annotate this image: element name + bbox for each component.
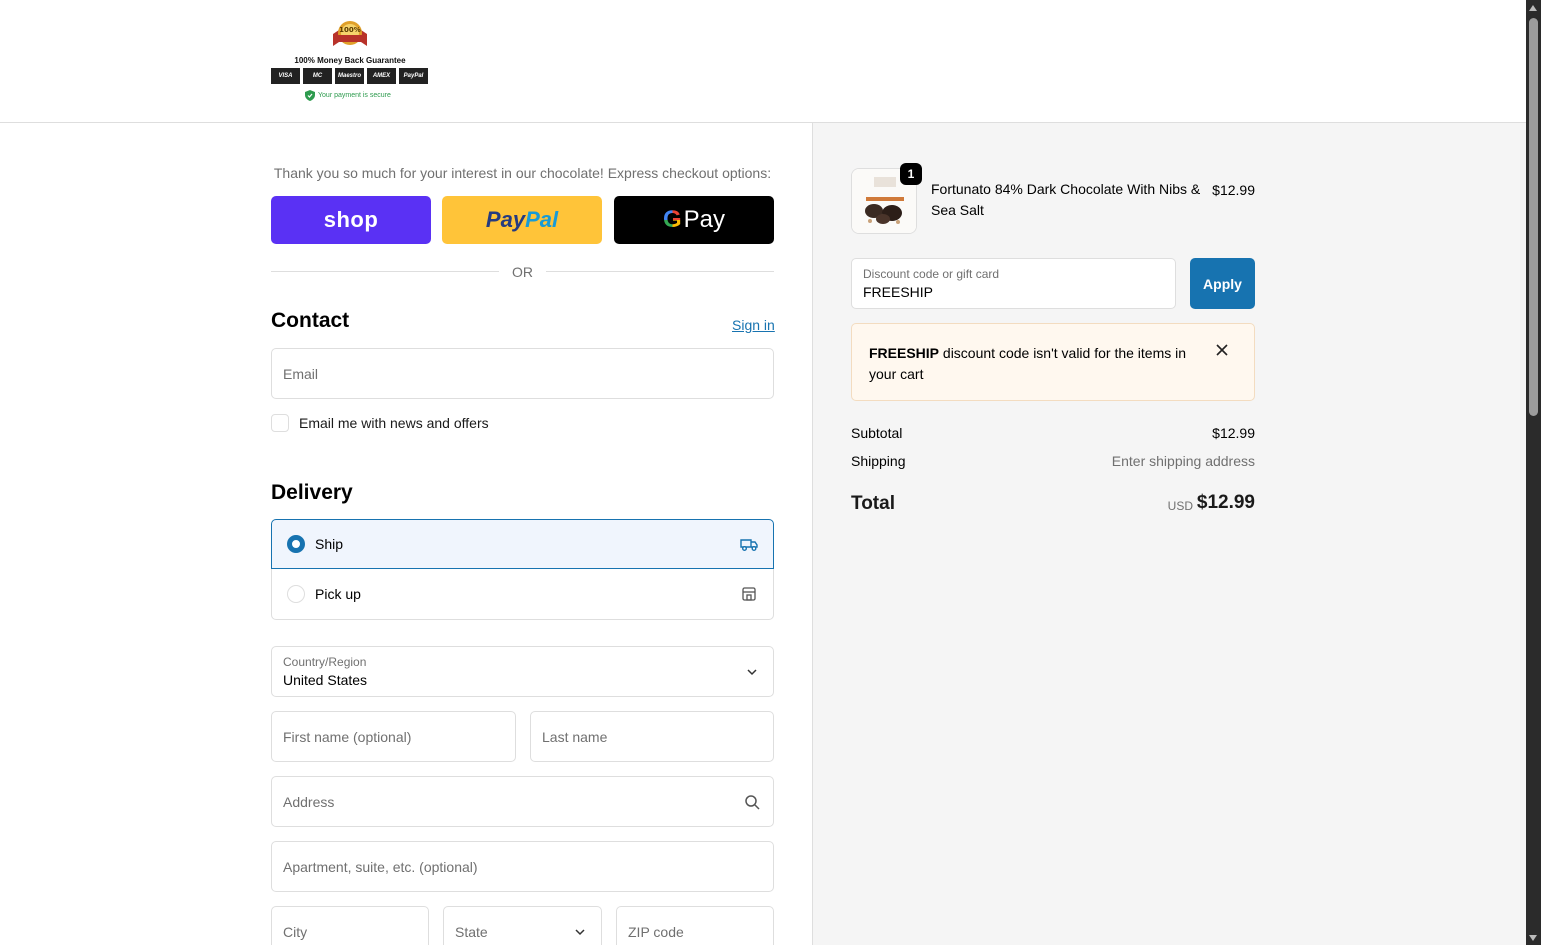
search-icon bbox=[745, 795, 760, 810]
express-checkout-title: Thank you so much for your interest in o… bbox=[273, 165, 772, 181]
shop-pay-button[interactable]: shop bbox=[271, 196, 431, 244]
store-logo[interactable]: 100% 100% Money Back Guarantee VISA MC M… bbox=[271, 20, 429, 104]
secure-badge: Your payment is secure bbox=[305, 90, 391, 101]
total-value: $12.99 bbox=[1196, 492, 1255, 513]
discount-value: FREESHIP bbox=[863, 284, 934, 300]
scroll-down-icon[interactable] bbox=[1529, 935, 1537, 941]
state-placeholder: State bbox=[455, 924, 488, 940]
address-field[interactable]: Address bbox=[271, 776, 774, 827]
page-scrollbar[interactable] bbox=[1526, 0, 1541, 945]
delivery-option-pickup[interactable]: Pick up bbox=[271, 569, 774, 620]
quantity-badge: 1 bbox=[900, 163, 922, 185]
country-value: United States bbox=[283, 672, 368, 688]
zip-field[interactable]: ZIP code bbox=[616, 906, 774, 945]
last-name-placeholder: Last name bbox=[542, 729, 608, 745]
scrollbar-thumb[interactable] bbox=[1529, 18, 1538, 416]
discount-error-notice: FREESHIP discount code isn't valid for t… bbox=[851, 323, 1255, 401]
apply-discount-button[interactable]: Apply bbox=[1190, 258, 1255, 309]
truck-icon bbox=[740, 539, 758, 551]
paypal-label-pay: Pay bbox=[485, 207, 526, 232]
page-header: 100% 100% Money Back Guarantee VISA MC M… bbox=[0, 0, 1526, 123]
paypal-label-pal: Pal bbox=[525, 207, 559, 232]
checkout-main: Thank you so much for your interest in o… bbox=[0, 123, 812, 945]
chevron-down-icon bbox=[575, 929, 585, 936]
country-label: Country/Region bbox=[283, 655, 367, 669]
notice-code: FREESHIP bbox=[869, 345, 940, 361]
email-field[interactable]: Email bbox=[271, 348, 774, 399]
secure-text: Your payment is secure bbox=[318, 92, 391, 99]
first-name-field[interactable]: First name (optional) bbox=[271, 711, 516, 762]
order-summary-panel bbox=[812, 123, 1526, 945]
card-maestro-icon: Maestro bbox=[335, 68, 364, 84]
payment-cards: VISA MC Maestro AMEX PayPal bbox=[271, 68, 428, 84]
or-divider: OR bbox=[271, 262, 774, 282]
subtotal-row: Subtotal $12.99 bbox=[851, 425, 1255, 441]
or-label: OR bbox=[512, 264, 533, 280]
ship-label: Ship bbox=[315, 536, 344, 552]
subtotal-label: Subtotal bbox=[851, 425, 903, 441]
card-visa-icon: VISA bbox=[271, 68, 300, 84]
product-price: $12.99 bbox=[1212, 182, 1255, 198]
contact-title: Contact bbox=[271, 309, 350, 332]
shop-pay-label: shop bbox=[323, 207, 379, 232]
country-select[interactable]: Country/Region United States bbox=[271, 646, 774, 697]
first-name-placeholder: First name (optional) bbox=[283, 729, 412, 745]
address-placeholder: Address bbox=[283, 794, 335, 810]
google-pay-button[interactable]: G Pay bbox=[614, 196, 774, 244]
delivery-method-group: Ship Pick up bbox=[271, 519, 774, 620]
currency-code: USD bbox=[1167, 499, 1193, 513]
scroll-up-icon[interactable] bbox=[1529, 5, 1537, 11]
apartment-field[interactable]: Apartment, suite, etc. (optional) bbox=[271, 841, 774, 892]
total-label: Total bbox=[851, 493, 895, 514]
apartment-placeholder: Apartment, suite, etc. (optional) bbox=[283, 859, 478, 875]
paypal-button[interactable]: Pay Pal bbox=[442, 196, 602, 244]
google-g-icon: G bbox=[662, 206, 682, 233]
last-name-field[interactable]: Last name bbox=[530, 711, 774, 762]
product-name: Fortunato 84% Dark Chocolate With Nibs &… bbox=[931, 181, 1201, 218]
city-field[interactable]: City bbox=[271, 906, 429, 945]
shield-icon bbox=[305, 90, 315, 101]
discount-label: Discount code or gift card bbox=[863, 267, 1000, 281]
zip-placeholder: ZIP code bbox=[628, 924, 684, 940]
google-pay-label: Pay bbox=[683, 206, 726, 233]
total-row: Total USD $12.99 bbox=[851, 491, 1255, 519]
email-placeholder: Email bbox=[283, 366, 319, 382]
pickup-label: Pick up bbox=[315, 586, 361, 602]
shipping-label: Shipping bbox=[851, 453, 906, 469]
newsletter-label: Email me with news and offers bbox=[299, 415, 489, 431]
delivery-option-ship[interactable]: Ship bbox=[271, 519, 774, 569]
guarantee-seal-icon: 100% bbox=[333, 21, 367, 46]
newsletter-checkbox[interactable] bbox=[271, 414, 289, 432]
sign-in-link[interactable]: Sign in bbox=[732, 317, 775, 333]
state-select[interactable]: State bbox=[443, 906, 602, 945]
guarantee-text: 100% Money Back Guarantee bbox=[294, 56, 406, 65]
city-placeholder: City bbox=[283, 924, 308, 940]
subtotal-value: $12.99 bbox=[1212, 425, 1255, 441]
shipping-row: Shipping Enter shipping address bbox=[851, 453, 1255, 469]
pickup-radio[interactable] bbox=[287, 585, 305, 603]
store-icon bbox=[742, 587, 756, 601]
shipping-value: Enter shipping address bbox=[1111, 453, 1255, 469]
card-amex-icon: AMEX bbox=[367, 68, 396, 84]
ship-radio[interactable] bbox=[287, 535, 305, 553]
delivery-title: Delivery bbox=[271, 481, 353, 504]
card-mastercard-icon: MC bbox=[303, 68, 332, 84]
card-paypal-icon: PayPal bbox=[399, 68, 428, 84]
chevron-down-icon bbox=[747, 669, 757, 676]
seal-text: 100% bbox=[339, 26, 361, 34]
discount-code-field[interactable]: Discount code or gift card FREESHIP bbox=[851, 258, 1176, 309]
newsletter-row[interactable]: Email me with news and offers bbox=[271, 414, 489, 432]
close-icon[interactable] bbox=[1214, 342, 1230, 358]
notice-text: FREESHIP discount code isn't valid for t… bbox=[869, 343, 1199, 385]
